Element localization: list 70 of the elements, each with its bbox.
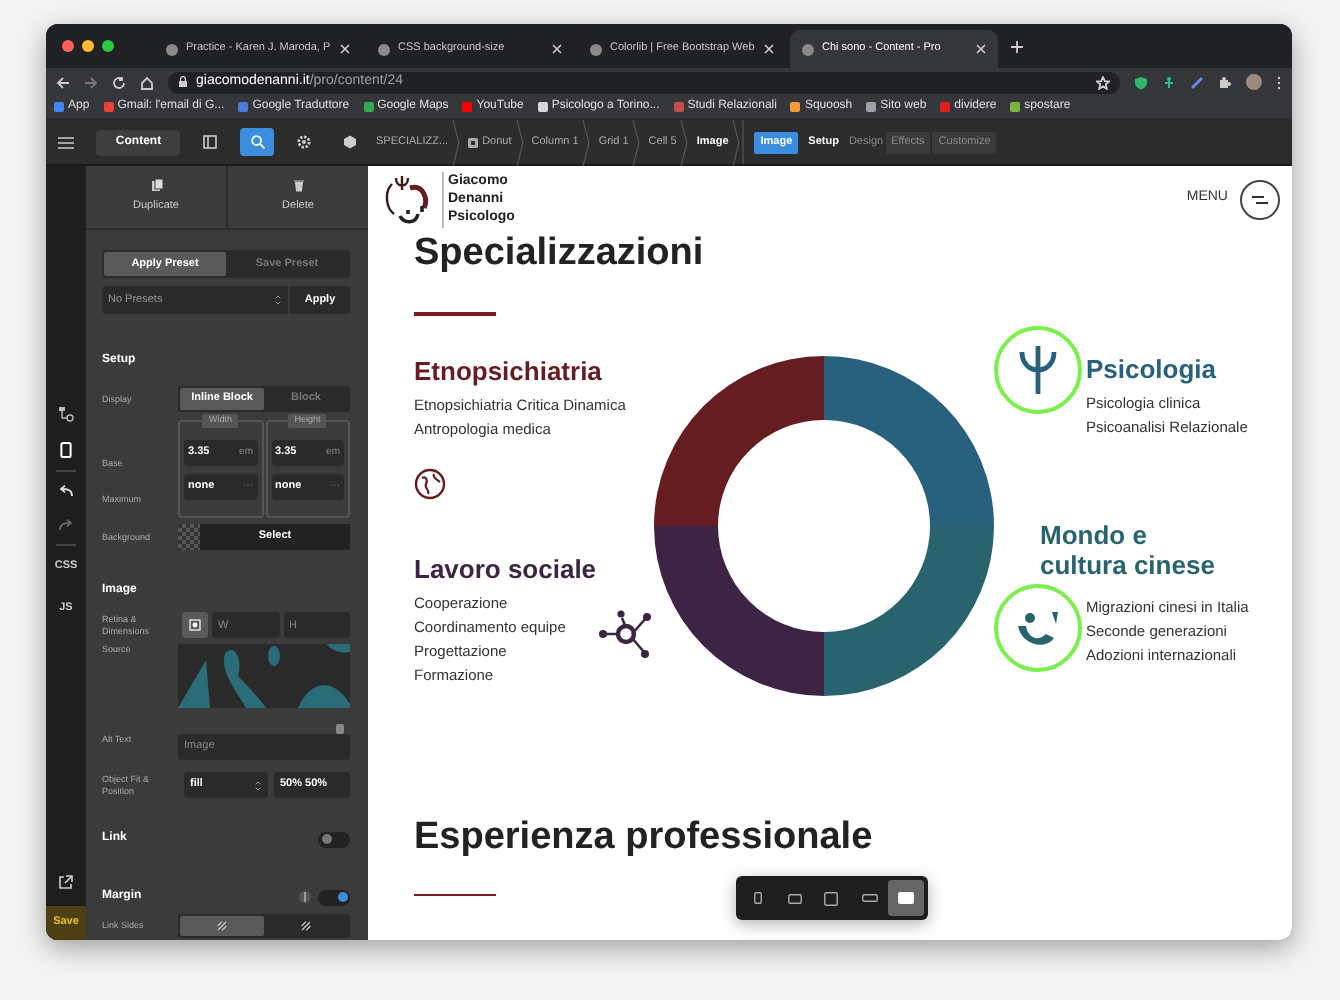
retina-icon xyxy=(188,618,202,632)
retina-button[interactable] xyxy=(182,612,208,638)
trash-icon xyxy=(291,178,305,193)
settings-icon xyxy=(295,134,312,150)
star-icon[interactable] xyxy=(1096,75,1110,89)
psi-icon xyxy=(1018,343,1058,395)
site-icon xyxy=(590,43,602,55)
back-icon[interactable] xyxy=(56,75,70,89)
device-icon xyxy=(824,891,839,905)
component-icon xyxy=(468,137,479,147)
site-icon xyxy=(802,43,814,55)
link-icon xyxy=(216,920,228,932)
minimize-window-icon[interactable] xyxy=(82,40,94,52)
more-icon[interactable] xyxy=(1276,75,1282,89)
menu-button[interactable] xyxy=(1240,179,1280,219)
chevron-icon xyxy=(582,119,591,165)
search-icon xyxy=(249,134,266,150)
cube-icon xyxy=(342,134,359,150)
database-icon xyxy=(336,724,344,734)
puzzle-icon[interactable] xyxy=(1218,75,1232,89)
site-icon xyxy=(378,43,390,55)
redo-icon[interactable] xyxy=(58,518,74,532)
avatar-icon[interactable] xyxy=(1246,74,1262,90)
section-heading: Esperienza professionale xyxy=(414,815,875,859)
plus-icon[interactable] xyxy=(1010,39,1024,53)
sitemap-icon[interactable] xyxy=(58,406,74,422)
toggle-switch[interactable] xyxy=(318,831,350,847)
section-heading: Specializzazioni xyxy=(414,232,706,276)
lock-icon xyxy=(178,76,188,88)
updown-icon xyxy=(254,779,262,791)
device-icon xyxy=(787,893,802,903)
menu-icon[interactable] xyxy=(58,135,74,149)
close-icon[interactable] xyxy=(764,44,774,54)
forward-icon[interactable] xyxy=(84,75,98,89)
specialty-title: Etnopsichiatria xyxy=(414,355,604,385)
site-icon xyxy=(166,43,178,55)
toggle-switch[interactable] xyxy=(318,889,350,905)
close-icon[interactable] xyxy=(340,44,350,54)
chevron-icon xyxy=(732,119,741,165)
specialty-title: Lavoro sociale xyxy=(414,553,599,583)
link-extension-icon[interactable] xyxy=(1190,75,1204,89)
device-icon xyxy=(753,892,762,904)
chevron-icon xyxy=(515,119,524,165)
checkerboard-swatch[interactable] xyxy=(178,524,200,550)
close-icon[interactable] xyxy=(976,44,986,54)
chevron-icon xyxy=(452,119,461,165)
close-icon[interactable] xyxy=(552,44,562,54)
specialty-title: Psicologia xyxy=(1086,353,1219,383)
chevron-icon xyxy=(680,119,689,165)
duplicate-icon xyxy=(149,178,163,193)
margin-icon[interactable] xyxy=(298,890,312,904)
close-window-icon[interactable] xyxy=(62,40,74,52)
unlink-icon xyxy=(300,920,312,932)
menu-icon xyxy=(1250,193,1270,205)
device-button[interactable] xyxy=(888,880,924,916)
panel-icon xyxy=(202,134,219,150)
external-link-icon[interactable] xyxy=(58,874,74,890)
shield-extension-icon[interactable] xyxy=(1134,75,1148,89)
phone-icon[interactable] xyxy=(60,442,72,458)
reload-icon[interactable] xyxy=(112,75,126,89)
maximize-window-icon[interactable] xyxy=(102,40,114,52)
undo-icon[interactable] xyxy=(58,484,74,498)
home-icon[interactable] xyxy=(140,75,154,89)
device-icon xyxy=(898,892,915,904)
chevron-icon xyxy=(632,119,641,165)
updown-icon xyxy=(274,294,282,306)
device-icon xyxy=(861,894,878,902)
toolbar-button[interactable] xyxy=(239,128,275,156)
figure-extension-icon[interactable] xyxy=(1162,75,1176,89)
specialty-title: Mondo e cultura cinese xyxy=(1038,519,1217,579)
